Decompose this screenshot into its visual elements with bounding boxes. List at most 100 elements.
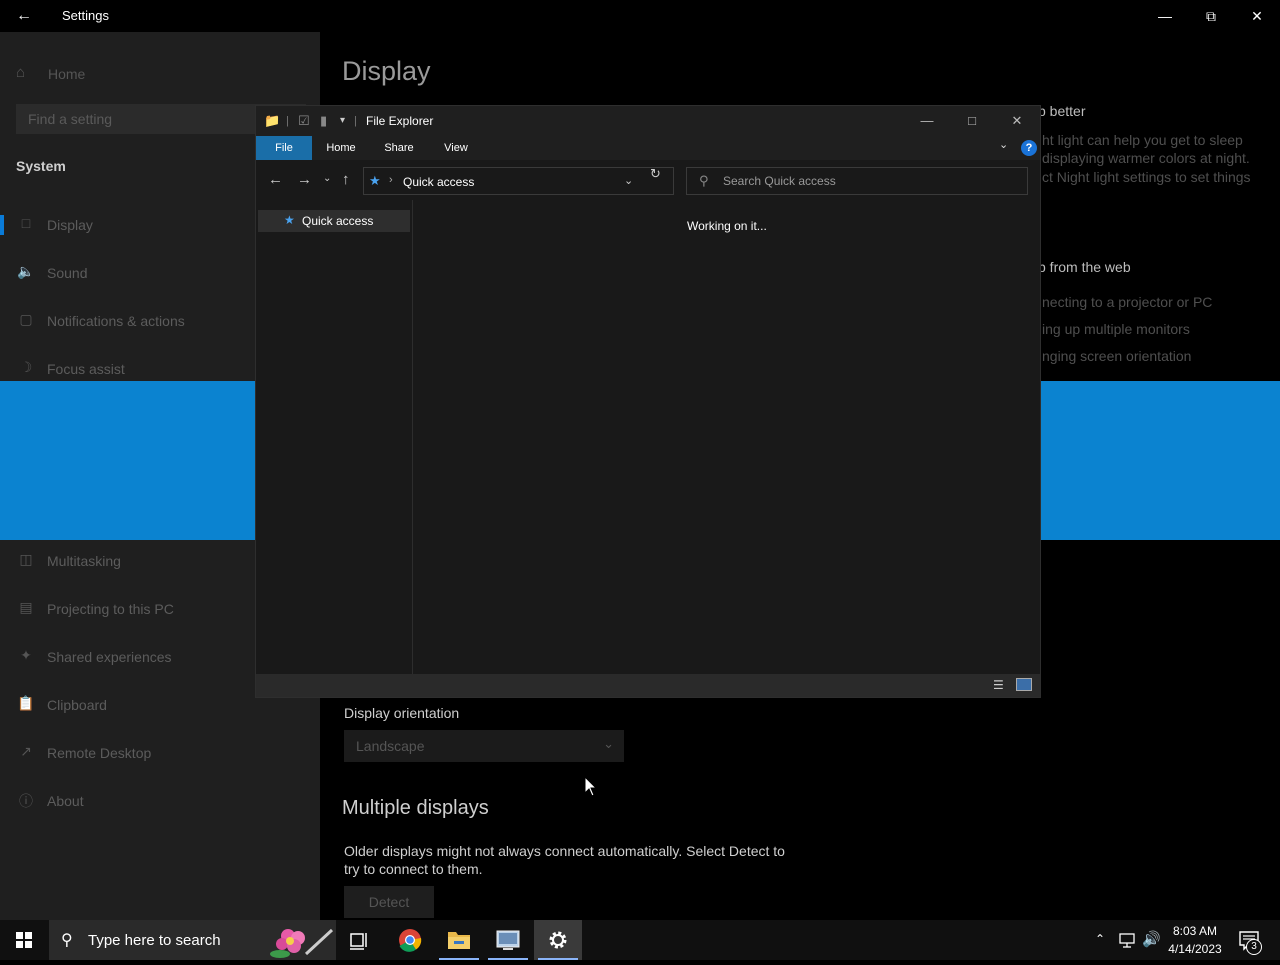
multiple-displays-heading: Multiple displays	[342, 797, 489, 819]
minimize-button[interactable]: —	[1142, 0, 1188, 32]
sidebar-item-remote-desktop[interactable]: ↗ Remote Desktop	[0, 737, 320, 769]
chevron-up-icon[interactable]: ⌃	[1095, 932, 1105, 946]
nav-home-label: Home	[48, 66, 86, 82]
restore-button[interactable]: ⧉	[1188, 0, 1234, 32]
multitasking-icon: ◫	[19, 551, 33, 567]
refresh-icon[interactable]: ↻	[650, 166, 661, 182]
pane-item-quick-access[interactable]: ★ Quick access	[258, 210, 410, 232]
sidebar-item-label: Notifications & actions	[47, 313, 185, 329]
remote-app-taskbar-button[interactable]	[484, 920, 532, 960]
multiple-displays-description: Older displays might not always connect …	[344, 843, 785, 877]
help-link[interactable]: nging screen orientation	[1042, 348, 1191, 364]
page-title: Display	[342, 56, 431, 86]
settings-taskbar-button[interactable]	[534, 920, 582, 960]
tab-file[interactable]: File	[256, 136, 312, 160]
separator-icon: |	[286, 115, 289, 127]
notification-count-badge: 3	[1246, 939, 1262, 955]
orientation-value: Landscape	[356, 738, 425, 754]
chevron-down-icon: ⌄	[603, 736, 614, 751]
quick-access-star-icon: ★	[284, 213, 295, 227]
close-button[interactable]: ✕	[994, 106, 1040, 136]
explorer-search-input[interactable]	[721, 172, 1021, 190]
search-icon: ⚲	[699, 173, 709, 188]
chrome-taskbar-button[interactable]	[386, 920, 434, 960]
close-button[interactable]: ✕	[1234, 0, 1280, 32]
moon-icon: ☽	[19, 359, 33, 375]
separator-icon: |	[354, 115, 357, 127]
quick-access-star-icon: ★	[369, 173, 381, 188]
gear-icon	[549, 931, 567, 949]
sidebar-item-label: Clipboard	[47, 697, 107, 713]
volume-icon[interactable]: 🔊	[1142, 930, 1161, 948]
help-icon[interactable]: ?	[1021, 140, 1037, 156]
status-message: Working on it...	[687, 219, 767, 233]
address-bar[interactable]: ★ › Quick access ⌄	[363, 167, 674, 195]
shared-experiences-icon: ✦	[20, 647, 32, 663]
night-light-text: displaying warmer colors at night.	[1042, 150, 1250, 166]
night-light-text: ht light can help you get to sleep	[1042, 132, 1243, 148]
task-view-button[interactable]	[336, 920, 384, 960]
explorer-statusbar: ☰	[256, 674, 1040, 697]
details-view-icon[interactable]: ☰	[993, 678, 1004, 692]
up-arrow-icon[interactable]: ↑	[342, 171, 350, 188]
ribbon-tabs: File Home Share View ⌄ ?	[256, 136, 1040, 160]
sidebar-item-label: Projecting to this PC	[47, 601, 174, 617]
settings-title: Settings	[62, 8, 109, 23]
clock-date[interactable]: 4/14/2023	[1166, 942, 1224, 956]
tab-view[interactable]: View	[432, 136, 480, 160]
tab-share[interactable]: Share	[374, 136, 424, 160]
sidebar-item-label: Remote Desktop	[47, 745, 152, 761]
clock-time[interactable]: 8:03 AM	[1172, 924, 1218, 938]
explorer-navbar: ← → ⌄ ↑ ★ › Quick access ⌄ ↻ ⚲	[256, 160, 1040, 200]
sidebar-item-about[interactable]: ⓘ About	[0, 785, 320, 817]
nav-section-system: System	[16, 158, 66, 174]
customize-toolbar-icon[interactable]: ▾	[340, 115, 345, 126]
taskbar-search-text: Type here to search	[88, 932, 221, 949]
chrome-icon	[399, 929, 422, 952]
forward-arrow-icon[interactable]: →	[297, 171, 312, 188]
address-path: Quick access	[403, 175, 475, 189]
monitor-icon: □	[21, 215, 31, 231]
night-light-text: ct Night light settings to set things	[1042, 169, 1251, 185]
explorer-content: Working on it...	[414, 200, 1040, 674]
projecting-icon: ▤	[19, 599, 33, 615]
minimize-button[interactable]: —	[904, 106, 950, 136]
taskbar: ⚲ Type here to search ⌃ 🔊 8:03 AM 4/14/2…	[0, 920, 1280, 960]
remote-desktop-icon	[496, 930, 520, 950]
new-folder-icon[interactable]: ▮	[320, 113, 327, 129]
task-view-icon	[350, 933, 367, 950]
home-icon: ⌂	[16, 64, 26, 81]
sidebar-item-label: Display	[47, 217, 93, 233]
clipboard-icon: 📋	[17, 695, 35, 711]
chevron-down-icon[interactable]: ⌄	[624, 174, 633, 187]
file-explorer-taskbar-button[interactable]	[435, 920, 483, 960]
settings-titlebar: ← Settings — ⧉ ✕	[0, 0, 1280, 32]
explorer-search-box[interactable]: ⚲	[686, 167, 1028, 195]
chevron-right-icon: ›	[389, 174, 393, 186]
back-arrow-icon[interactable]: ←	[10, 4, 38, 28]
help-link[interactable]: necting to a projector or PC	[1042, 294, 1212, 310]
sidebar-item-label: Focus assist	[47, 361, 125, 377]
maximize-button[interactable]: □	[949, 106, 995, 136]
nav-home[interactable]: ⌂ Home	[0, 60, 320, 88]
orientation-dropdown[interactable]: Landscape ⌄	[344, 730, 624, 762]
info-icon: ⓘ	[19, 793, 33, 809]
network-icon[interactable]	[1118, 930, 1136, 950]
windows-logo-icon	[16, 932, 32, 948]
night-light-heading: p better	[1038, 103, 1086, 119]
sidebar-item-label: Shared experiences	[47, 649, 172, 665]
tab-home[interactable]: Home	[316, 136, 366, 160]
search-icon: ⚲	[61, 932, 73, 949]
expand-ribbon-icon[interactable]: ⌄	[999, 138, 1008, 151]
recent-locations-icon[interactable]: ⌄	[323, 173, 331, 184]
back-arrow-icon[interactable]: ←	[268, 171, 283, 188]
file-explorer-window: 📁 | ☑ ▮ ▾ | File Explorer — □ ✕ File Hom…	[255, 105, 1041, 698]
remote-desktop-icon: ↗	[20, 743, 32, 759]
detect-button[interactable]: Detect	[344, 886, 434, 918]
notification-icon: ▢	[19, 311, 33, 327]
large-icons-view-icon[interactable]	[1016, 678, 1032, 691]
help-link[interactable]: ing up multiple monitors	[1042, 321, 1190, 337]
mouse-cursor-icon	[584, 776, 598, 797]
properties-icon[interactable]: ☑	[298, 113, 310, 129]
start-button[interactable]	[0, 920, 48, 960]
